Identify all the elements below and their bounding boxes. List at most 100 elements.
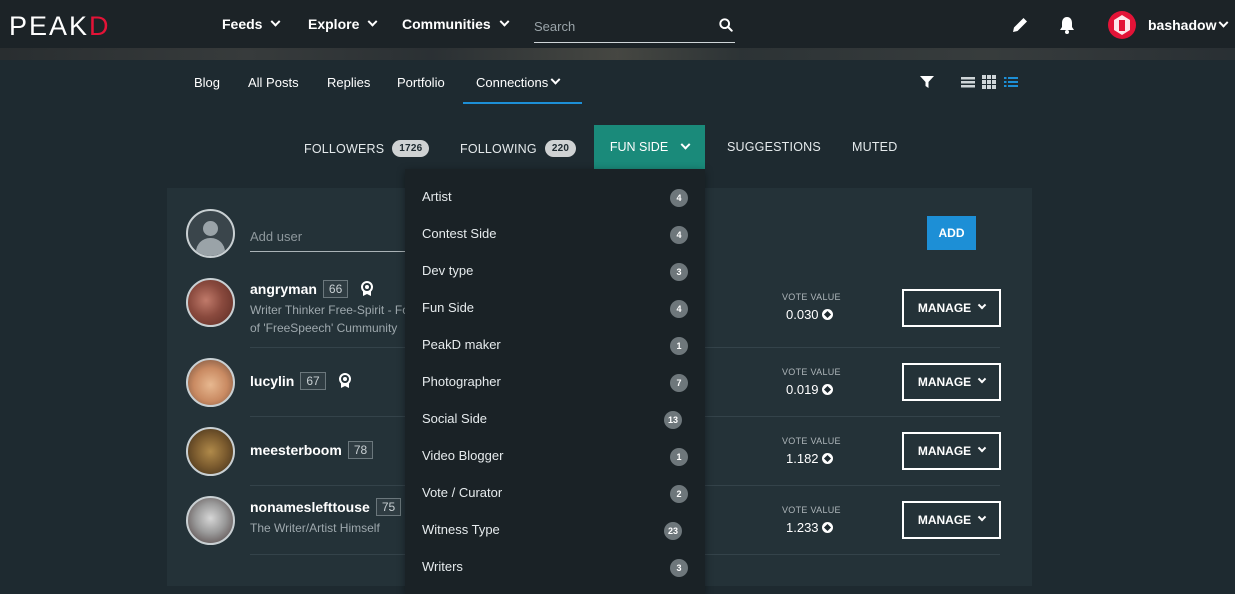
chevron-down-icon xyxy=(499,16,510,27)
vote-value: 0.019 xyxy=(786,382,833,397)
chevron-down-icon xyxy=(367,16,378,27)
user-bio: The Writer/Artist Himself xyxy=(250,521,380,535)
manage-button[interactable]: MANAGE xyxy=(902,363,1001,401)
dropdown-item[interactable]: Video Blogger 1 xyxy=(405,437,705,474)
filter-icon[interactable] xyxy=(920,75,934,89)
dropdown-item-label: Contest Side xyxy=(422,226,497,241)
nav-communities-label: Communities xyxy=(402,16,491,32)
hive-icon xyxy=(821,309,833,320)
compact-list-view-icon[interactable] xyxy=(1004,75,1018,89)
top-navbar: PEAKD Feeds Explore Communities bashadow xyxy=(0,0,1235,50)
vote-value-amount: 1.233 xyxy=(786,520,819,535)
chevron-down-icon xyxy=(977,374,987,384)
subnav-blog[interactable]: Blog xyxy=(194,75,220,90)
dropdown-item-label: Vote / Curator xyxy=(422,485,503,500)
subnav-connections[interactable]: Connections xyxy=(476,74,561,90)
manage-button[interactable]: MANAGE xyxy=(902,289,1001,327)
tab-followers-label: FOLLOWERS xyxy=(304,141,385,156)
avatar[interactable] xyxy=(186,427,235,476)
search-input[interactable] xyxy=(534,12,704,40)
manage-button[interactable]: MANAGE xyxy=(902,501,1001,539)
dropdown-item-count: 3 xyxy=(670,559,688,577)
list-view-icon[interactable] xyxy=(961,75,975,89)
placeholder-avatar xyxy=(186,209,235,258)
vote-value-amount: 1.182 xyxy=(786,451,819,466)
dropdown-item-count: 4 xyxy=(670,189,688,207)
tab-fun-side[interactable]: FUN SIDE xyxy=(594,125,705,169)
user-silhouette-icon xyxy=(203,221,218,236)
tab-followers[interactable]: FOLLOWERS 1726 xyxy=(304,140,430,157)
dropdown-item[interactable]: Social Side 13 xyxy=(405,400,705,437)
logo-text: PEAK xyxy=(9,11,90,41)
user-bio-line2: of 'FreeSpeech' Cummunity xyxy=(250,321,398,335)
following-count-badge: 220 xyxy=(544,140,577,157)
dropdown-item-count: 3 xyxy=(670,263,688,281)
subnav-replies[interactable]: Replies xyxy=(327,75,370,90)
vote-value: 0.030 xyxy=(786,307,833,322)
dropdown-item-count: 4 xyxy=(670,300,688,318)
dropdown-item[interactable]: Dev type 3 xyxy=(405,252,705,289)
nav-explore-label: Explore xyxy=(308,16,360,32)
logo-d: D xyxy=(89,11,111,41)
dropdown-item[interactable]: Fun Side 4 xyxy=(405,289,705,326)
nav-explore[interactable]: Explore xyxy=(308,16,378,32)
vote-value-amount: 0.019 xyxy=(786,382,819,397)
user-name[interactable]: lucylin 67 xyxy=(250,372,352,390)
tab-fun-side-label: FUN SIDE xyxy=(609,140,669,154)
username-link[interactable]: nonameslefttouse xyxy=(250,499,370,515)
user-menu[interactable]: bashadow xyxy=(1148,17,1229,33)
chevron-down-icon xyxy=(1219,17,1229,28)
dropdown-item[interactable]: Witness Type 23 xyxy=(405,511,705,548)
dropdown-item[interactable]: Writers 3 xyxy=(405,548,705,585)
fun-side-dropdown-menu: Artist 4 Contest Side 4 Dev type 3 Fun Side… xyxy=(405,169,705,594)
dropdown-item-count: 23 xyxy=(664,522,683,540)
avatar-emblem-icon xyxy=(1114,15,1130,35)
username-link[interactable]: meesterboom xyxy=(250,442,342,458)
tab-suggestions[interactable]: SUGGESTIONS xyxy=(727,140,821,154)
vote-value-amount: 0.030 xyxy=(786,307,819,322)
user-name[interactable]: meesterboom 78 xyxy=(250,441,374,459)
dropdown-item[interactable]: Vote / Curator 2 xyxy=(405,474,705,511)
nav-communities[interactable]: Communities xyxy=(402,16,510,32)
dropdown-item[interactable]: Artist 4 xyxy=(405,178,705,215)
witness-badge-icon xyxy=(338,373,351,388)
vote-value-label: VOTE VALUE xyxy=(782,367,841,377)
dropdown-item[interactable]: Contest Side 4 xyxy=(405,215,705,252)
avatar[interactable] xyxy=(186,358,235,407)
bell-icon[interactable] xyxy=(1057,15,1077,35)
peakd-logo[interactable]: PEAKD xyxy=(9,11,111,42)
chevron-down-icon xyxy=(271,16,281,27)
tab-following-label: FOLLOWING xyxy=(460,141,537,156)
grid-view-icon[interactable] xyxy=(982,75,996,89)
avatar[interactable] xyxy=(186,278,235,327)
subnav-all-posts[interactable]: All Posts xyxy=(248,75,299,90)
avatar[interactable] xyxy=(186,496,235,545)
active-tab-indicator xyxy=(463,102,582,104)
search-box xyxy=(534,12,735,43)
profile-banner xyxy=(0,48,1235,60)
add-user-field xyxy=(250,222,405,252)
witness-badge-icon xyxy=(361,281,374,296)
reputation-badge: 67 xyxy=(300,372,326,390)
subnav-portfolio[interactable]: Portfolio xyxy=(397,75,445,90)
dropdown-item-label: Witness Type xyxy=(422,522,500,537)
dropdown-item[interactable]: PeakD maker 1 xyxy=(405,326,705,363)
user-name[interactable]: nonameslefttouse 75 xyxy=(250,498,402,516)
pencil-icon[interactable] xyxy=(1010,15,1030,35)
chevron-down-icon xyxy=(550,74,561,85)
username-link[interactable]: angryman xyxy=(250,281,317,297)
add-user-input[interactable] xyxy=(250,223,400,249)
tab-following[interactable]: FOLLOWING 220 xyxy=(460,140,577,157)
search-icon[interactable] xyxy=(719,18,733,32)
dropdown-item[interactable]: Photographer 7 xyxy=(405,363,705,400)
tab-muted[interactable]: MUTED xyxy=(852,140,897,154)
add-button[interactable]: ADD xyxy=(927,216,976,250)
nav-feeds[interactable]: Feeds xyxy=(222,16,281,32)
manage-button[interactable]: MANAGE xyxy=(902,432,1001,470)
user-name[interactable]: angryman 66 xyxy=(250,280,374,298)
profile-subnav: Blog All Posts Replies Portfolio Connect… xyxy=(0,60,1235,106)
user-avatar[interactable] xyxy=(1108,11,1136,39)
vote-value-label: VOTE VALUE xyxy=(782,505,841,515)
reputation-badge: 75 xyxy=(375,498,402,516)
username-link[interactable]: lucylin xyxy=(250,373,294,389)
